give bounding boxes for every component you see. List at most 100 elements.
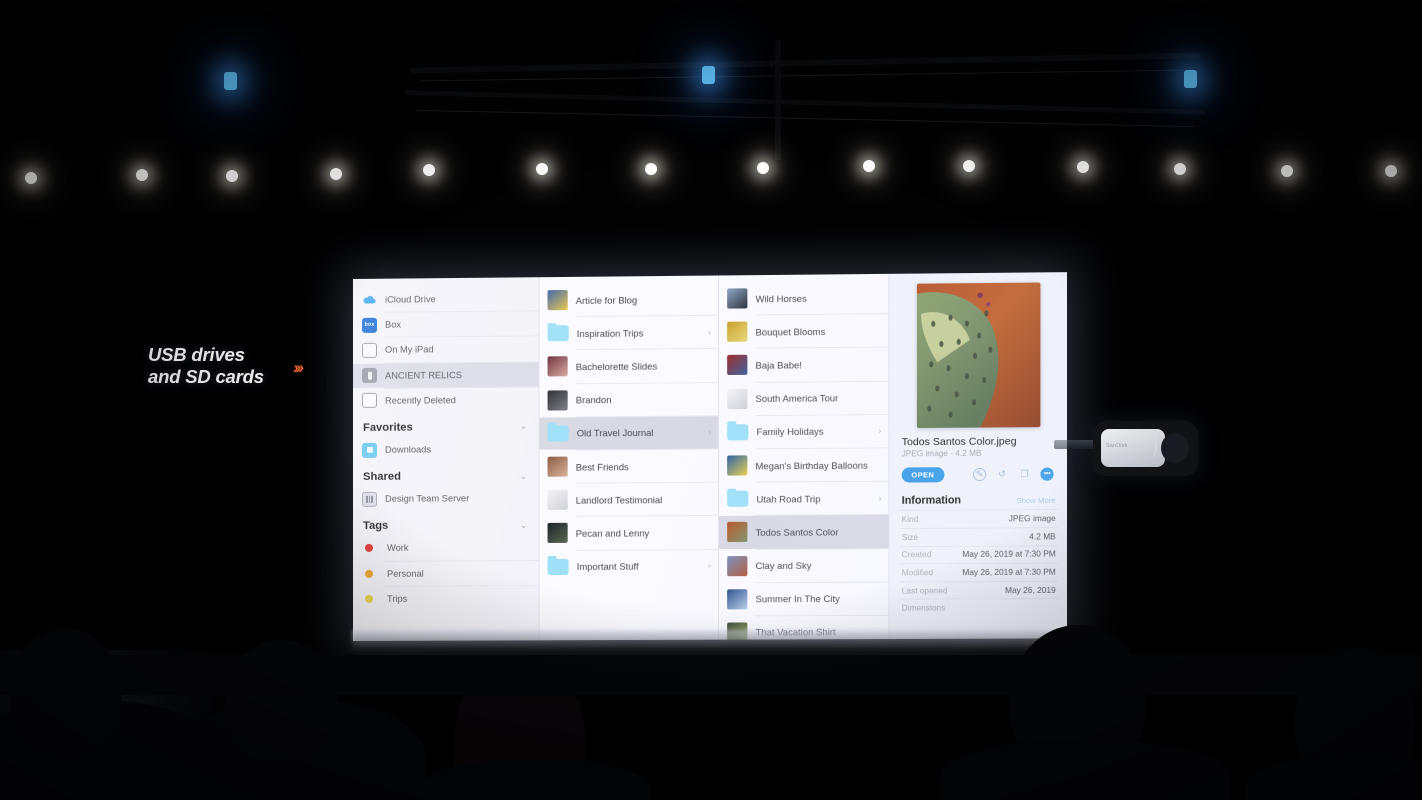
file-row[interactable]: Baja Babe! [719, 348, 888, 382]
file-name: Baja Babe! [755, 359, 802, 371]
sidebar-item-recently-deleted[interactable]: Recently Deleted [353, 387, 538, 413]
cactus-preview-svg [916, 282, 1041, 429]
projection-screen: iCloud Drive box Box On My iPad ANCIENT RELI… [340, 272, 1068, 647]
chevron-down-icon[interactable]: ⌄ [520, 471, 528, 482]
file-row[interactable]: Old Travel Journal › [539, 416, 719, 450]
tag-color-dot [364, 569, 373, 578]
sidebar-tag-personal[interactable]: Personal [353, 561, 538, 586]
more-icon[interactable]: ••• [1040, 467, 1054, 481]
audience-body [420, 760, 650, 800]
info-row: Dimensions [899, 598, 1058, 617]
sidebar-tag-label: Personal [387, 568, 424, 579]
file-row[interactable]: Wild Horses [719, 281, 888, 315]
info-value: May 26, 2019 [1005, 585, 1056, 595]
file-name: Summer In The City [755, 593, 840, 605]
sidebar-item-on-my-ipad[interactable]: On My iPad [353, 337, 538, 363]
sidebar-tag-label: Trips [387, 593, 408, 604]
file-row[interactable]: Inspiration Trips › [539, 316, 718, 350]
sidebar-shared-list: Design Team Server [353, 486, 538, 511]
folder-icon [727, 424, 749, 441]
info-value: 4.2 MB [1029, 531, 1056, 542]
file-row[interactable]: South America Tour [719, 381, 888, 415]
info-key: Created [901, 550, 932, 560]
show-more-link[interactable]: Show More [1016, 496, 1055, 505]
file-row[interactable]: Brandon [539, 383, 718, 417]
file-name: Pecan and Lenny [575, 527, 650, 539]
dark-photo-thumb [547, 523, 568, 544]
file-row[interactable]: Todos Santos Color [719, 515, 889, 549]
rig-wire-2 [415, 109, 1195, 128]
info-key: Kind [901, 514, 919, 525]
sidebar-item-label: On My iPad [385, 344, 434, 356]
info-row: Last opened May 26, 2019 [899, 580, 1058, 599]
detail-actions-row: OPEN ✎ ↺ ❐ ••• [901, 466, 1058, 483]
folder-icon [547, 325, 569, 342]
sidebar-favorites-list: Downloads [353, 437, 538, 462]
sidebar-tag-work[interactable]: Work [353, 535, 538, 560]
cactus-thumb [727, 522, 748, 543]
file-row[interactable]: Bachelorette Slides [539, 349, 718, 383]
sidebar-item-icloud-drive[interactable]: iCloud Drive [353, 286, 538, 312]
chevron-down-icon[interactable]: ⌄ [520, 520, 528, 531]
city-thumb [727, 589, 748, 610]
file-name: Old Travel Journal [576, 427, 654, 439]
information-header: Information Show More [902, 494, 1056, 507]
file-name: Bouquet Blooms [755, 325, 826, 338]
file-name: South America Tour [755, 392, 839, 405]
chevron-down-icon[interactable]: ⌄ [520, 421, 528, 432]
stage-light [757, 162, 769, 174]
open-button[interactable]: OPEN [901, 467, 945, 483]
sidebar-item-design-team-server[interactable]: Design Team Server [353, 486, 538, 511]
caption-line-1: USB drives [148, 344, 245, 365]
ceiling-truss-lower [405, 90, 1205, 115]
file-row[interactable]: Important Stuff › [539, 550, 718, 583]
file-name: Megan's Birthday Balloons [755, 459, 868, 471]
file-row[interactable]: Pecan and Lenny [539, 516, 718, 549]
sidebar-shared-header: Shared ⌄ [353, 461, 538, 487]
text-thumb [727, 388, 748, 409]
files-app: iCloud Drive box Box On My iPad ANCIENT RELI… [353, 272, 1068, 641]
server-icon [361, 491, 378, 507]
sidebar-item-label: iCloud Drive [385, 294, 436, 305]
file-name: Family Holidays [756, 425, 824, 438]
rotate-icon[interactable]: ↺ [995, 468, 1008, 481]
sidebar-item-label: Box [385, 319, 402, 331]
info-value: May 26, 2019 at 7:30 PM [962, 549, 1056, 560]
rig-vertical [775, 40, 781, 160]
info-row: Modified May 26, 2019 at 7:30 PM [899, 562, 1058, 582]
file-row[interactable]: Summer In The City [719, 582, 888, 615]
sidebar-item-label: Design Team Server [385, 493, 470, 505]
audience-body [1245, 755, 1422, 800]
file-row[interactable]: Megan's Birthday Balloons [719, 448, 888, 482]
file-name: Best Friends [575, 460, 629, 473]
usb-drive-swoosh [1145, 433, 1157, 459]
sidebar-tag-trips[interactable]: Trips [353, 586, 538, 611]
file-row[interactable]: Bouquet Blooms [719, 314, 888, 348]
file-row[interactable]: Article for Blog [539, 283, 718, 317]
stage-light [1385, 165, 1397, 177]
file-row[interactable]: Landlord Testimonial [539, 483, 718, 516]
downloads-folder-icon [361, 442, 378, 458]
file-row[interactable]: Best Friends [539, 449, 718, 482]
file-row[interactable]: Clay and Sky [719, 549, 888, 582]
file-row[interactable]: Utah Road Trip › [719, 482, 888, 515]
markup-icon[interactable]: ✎ [973, 468, 987, 482]
sidebar-item-downloads[interactable]: Downloads [353, 437, 538, 462]
duplicate-icon[interactable]: ❐ [1018, 468, 1031, 481]
sidebar-item-ancient-relics[interactable]: ANCIENT RELICS [353, 362, 539, 388]
file-preview-image[interactable] [916, 282, 1041, 429]
file-row[interactable]: Family Holidays › [719, 415, 888, 449]
sidebar-item-label: Downloads [385, 444, 432, 455]
folder-icon [727, 490, 749, 508]
stage-light [136, 169, 148, 181]
files-sidebar: iCloud Drive box Box On My iPad ANCIENT RELI… [353, 277, 539, 641]
sidebar-tag-label: Work [387, 543, 409, 554]
stage-light [1281, 165, 1293, 177]
photo-thumb [547, 456, 568, 477]
sidebar-item-box[interactable]: box Box [353, 312, 538, 338]
file-name: Todos Santos Color [755, 526, 839, 538]
file-name: Wild Horses [755, 292, 807, 304]
file-name: Important Stuff [576, 560, 639, 573]
blue-spotlight-center [702, 66, 715, 84]
blue-spotlight-right [1184, 70, 1197, 88]
